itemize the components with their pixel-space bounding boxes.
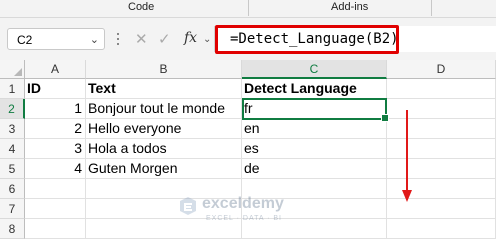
arrow-down-icon: [402, 190, 412, 202]
row-header-1[interactable]: 1: [0, 79, 25, 99]
table-cell-id[interactable]: 4: [25, 159, 86, 179]
chevron-down-icon[interactable]: ⌄: [203, 34, 211, 45]
chevron-down-icon[interactable]: ⌄: [90, 29, 99, 51]
table-cell-language[interactable]: fr: [242, 99, 387, 119]
row-header-2[interactable]: 2: [0, 99, 25, 119]
formula-bar: C2 ⌄ ✕ ✓ fx ⌄ =Detect_Language(B2): [0, 18, 496, 60]
cell[interactable]: [25, 179, 86, 199]
watermark-name: exceldemy: [202, 195, 284, 212]
close-icon[interactable]: ✕: [135, 32, 148, 48]
table-cell-language[interactable]: es: [242, 139, 387, 159]
watermark: exceldemy EXCEL · DATA · BI: [178, 194, 328, 234]
check-icon[interactable]: ✓: [158, 32, 171, 48]
insert-function-icon[interactable]: fx: [184, 30, 197, 46]
row-header-5[interactable]: 5: [0, 159, 25, 179]
table-cell-id[interactable]: 3: [25, 139, 86, 159]
table-cell-text[interactable]: Guten Morgen: [86, 159, 242, 179]
cell[interactable]: [387, 119, 496, 139]
ribbon-separator: [431, 0, 432, 16]
ribbon-group-code: Code: [128, 1, 155, 13]
cell[interactable]: [25, 199, 86, 219]
ribbon-group-addins: Add-ins: [331, 1, 369, 13]
name-box-value: C2: [17, 33, 33, 47]
formula-text[interactable]: =Detect_Language(B2): [215, 25, 399, 54]
cell[interactable]: [387, 219, 496, 239]
ribbon-separator: [248, 0, 249, 16]
drag-handle-icon[interactable]: [115, 30, 121, 48]
row-header-4[interactable]: 4: [0, 139, 25, 159]
cell[interactable]: [387, 79, 496, 99]
row-header-3[interactable]: 3: [0, 119, 25, 139]
table-cell-text[interactable]: Hola a todos: [86, 139, 242, 159]
column-header-c[interactable]: C: [242, 60, 387, 79]
cell[interactable]: [387, 199, 496, 219]
cell[interactable]: [387, 139, 496, 159]
table-cell-text[interactable]: Hello everyone: [86, 119, 242, 139]
row-header-7[interactable]: 7: [0, 199, 25, 219]
table-header-text[interactable]: Text: [86, 79, 242, 99]
table-cell-language[interactable]: en: [242, 119, 387, 139]
table-header-id[interactable]: ID: [25, 79, 86, 99]
exceldemy-logo-icon: [180, 197, 196, 215]
annotation-arrow: [406, 110, 408, 194]
row-header-6[interactable]: 6: [0, 179, 25, 199]
ribbon-group-labels: Code Add-ins: [0, 0, 496, 18]
column-header-b[interactable]: B: [86, 60, 242, 79]
table-header-detect-language[interactable]: Detect Language: [242, 79, 387, 99]
table-cell-language[interactable]: de: [242, 159, 387, 179]
table-cell-id[interactable]: 2: [25, 119, 86, 139]
select-all-button[interactable]: [0, 60, 25, 79]
cell[interactable]: [387, 159, 496, 179]
name-box[interactable]: C2 ⌄: [7, 28, 105, 50]
table-cell-text[interactable]: Bonjour tout le monde: [86, 99, 242, 119]
column-header-d[interactable]: D: [387, 60, 496, 79]
column-header-a[interactable]: A: [25, 60, 86, 79]
row-header-8[interactable]: 8: [0, 219, 25, 239]
cell[interactable]: [25, 219, 86, 239]
watermark-tagline: EXCEL · DATA · BI: [206, 215, 282, 222]
table-cell-id[interactable]: 1: [25, 99, 86, 119]
cell[interactable]: [387, 99, 496, 119]
